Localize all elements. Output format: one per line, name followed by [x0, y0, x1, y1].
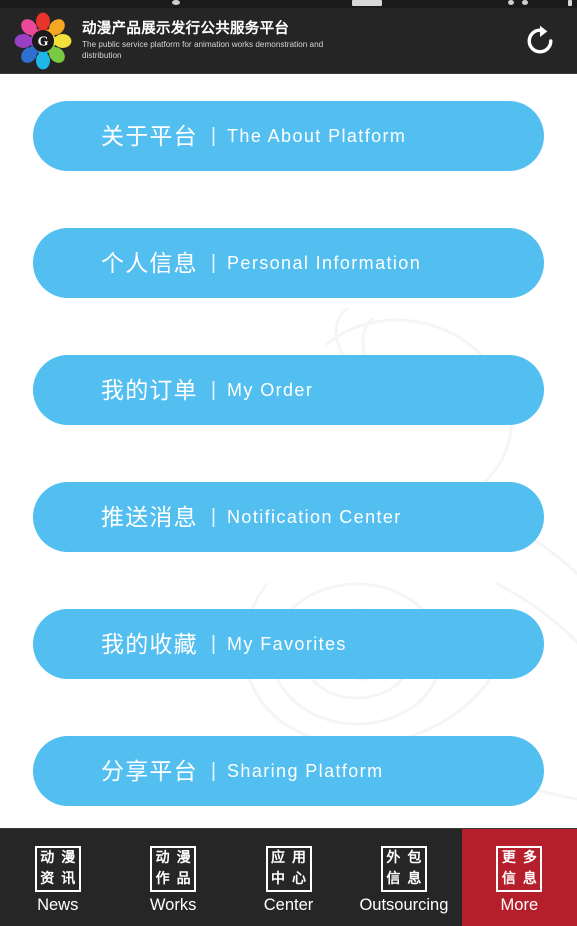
app-header: G 动漫产品展示发行公共服务平台 The public service plat…	[0, 8, 577, 74]
menu-item-personal-information[interactable]: 个人信息 | Personal Information	[33, 228, 544, 298]
menu-label-cn: 推送消息	[101, 503, 198, 530]
menu-separator: |	[210, 252, 217, 274]
menu-item-my-favorites[interactable]: 我的收藏 | My Favorites	[33, 609, 544, 679]
icon-char: 漫	[61, 850, 76, 867]
menu-label-cn: 个人信息	[101, 249, 198, 276]
menu-list: 关于平台 | The About Platform 个人信息 | Persona…	[0, 74, 577, 806]
icon-char: 息	[407, 871, 422, 888]
menu-separator: |	[210, 506, 217, 528]
icon-char: 用	[292, 850, 307, 867]
icon-char: 中	[271, 871, 286, 888]
icon-char: 动	[155, 850, 170, 867]
tab-label: News	[37, 895, 79, 914]
icon-char: 更	[501, 850, 516, 867]
menu-label-en: Notification Center	[227, 507, 402, 527]
tab-label: More	[500, 895, 539, 914]
tab-label: Works	[149, 895, 197, 914]
menu-label-en: My Order	[227, 380, 314, 400]
center-icon: 应 用 中 心	[265, 845, 312, 892]
svg-text:G: G	[38, 34, 49, 49]
menu-label-cn: 我的收藏	[101, 630, 198, 657]
refresh-button[interactable]	[517, 18, 563, 64]
status-icon-4	[522, 0, 528, 5]
menu-separator: |	[210, 633, 217, 655]
status-icon-3	[508, 0, 514, 5]
menu-label-en: Sharing Platform	[227, 761, 384, 781]
icon-char: 应	[271, 850, 286, 867]
menu-item-sharing-platform[interactable]: 分享平台 | Sharing Platform	[33, 736, 544, 806]
more-icon: 更 多 信 息	[496, 845, 543, 892]
news-icon: 动 漫 资 讯	[34, 845, 81, 892]
icon-char: 信	[501, 871, 516, 888]
app-logo: G	[14, 12, 72, 70]
menu-label-cn: 我的订单	[101, 376, 198, 403]
outsourcing-icon: 外 包 信 息	[380, 845, 427, 892]
works-icon: 动 漫 作 品	[150, 845, 197, 892]
tab-label: Outsourcing	[359, 895, 449, 914]
icon-char: 外	[386, 850, 401, 867]
status-icon-1	[172, 0, 180, 5]
main-content: 关于平台 | The About Platform 个人信息 | Persona…	[0, 74, 577, 828]
status-icon-2	[352, 0, 382, 6]
menu-label-cn: 分享平台	[101, 757, 198, 784]
icon-char: 漫	[176, 850, 191, 867]
tab-outsourcing[interactable]: 外 包 信 息 Outsourcing	[346, 829, 461, 926]
menu-item-notification-center[interactable]: 推送消息 | Notification Center	[33, 482, 544, 552]
icon-char: 作	[155, 871, 170, 888]
icon-char: 多	[522, 850, 537, 867]
refresh-icon	[523, 24, 557, 58]
tab-more[interactable]: 更 多 信 息 More	[461, 829, 577, 926]
menu-separator: |	[210, 760, 217, 782]
status-icon-5	[568, 0, 572, 6]
app-root: G 动漫产品展示发行公共服务平台 The public service plat…	[0, 0, 577, 926]
platform-title-en: The public service platform for animatio…	[82, 39, 324, 60]
tab-label: Center	[263, 895, 314, 914]
icon-char: 息	[522, 871, 537, 888]
tab-center[interactable]: 应 用 中 心 Center	[231, 829, 346, 926]
menu-label-en: My Favorites	[227, 634, 347, 654]
icon-char: 心	[292, 871, 307, 888]
menu-label-en: Personal Information	[227, 253, 422, 273]
bottom-navigation: 动 漫 资 讯 News 动 漫 作 品 Works 应 用 中 心 Cente…	[0, 828, 577, 926]
menu-item-my-order[interactable]: 我的订单 | My Order	[33, 355, 544, 425]
icon-char: 资	[40, 871, 55, 888]
menu-item-about-platform[interactable]: 关于平台 | The About Platform	[33, 101, 544, 171]
icon-char: 品	[176, 871, 191, 888]
icon-char: 信	[386, 871, 401, 888]
header-titles: 动漫产品展示发行公共服务平台 The public service platfo…	[82, 20, 517, 62]
tab-news[interactable]: 动 漫 资 讯 News	[0, 829, 115, 926]
platform-title-cn: 动漫产品展示发行公共服务平台	[82, 20, 290, 37]
menu-label-cn: 关于平台	[101, 122, 198, 149]
tab-works[interactable]: 动 漫 作 品 Works	[115, 829, 230, 926]
menu-separator: |	[210, 125, 217, 147]
menu-separator: |	[210, 379, 217, 401]
menu-label-en: The About Platform	[227, 126, 407, 146]
icon-char: 讯	[61, 871, 76, 888]
icon-char: 动	[40, 850, 55, 867]
status-bar	[0, 0, 577, 8]
icon-char: 包	[407, 850, 422, 867]
